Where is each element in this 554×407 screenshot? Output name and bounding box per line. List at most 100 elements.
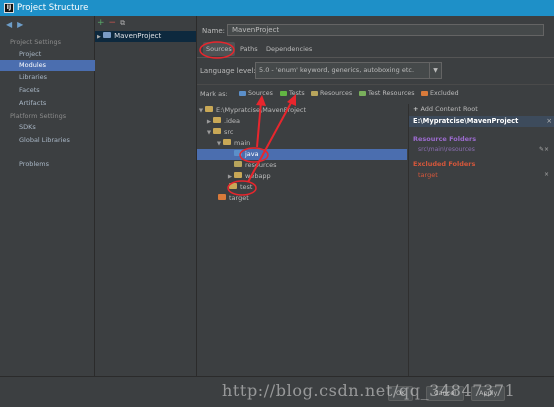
tree-node-label: E:\Mypratcise\MavenProject bbox=[216, 106, 307, 114]
edit-properties-icon[interactable]: ✎× bbox=[539, 146, 549, 153]
settings-nav: ◀ ▶ Project Settings Project Modules Libr… bbox=[0, 16, 95, 376]
directory-tree: ▼ E:\Mypratcise\MavenProject ▶ .idea ▼ src … bbox=[197, 104, 407, 376]
test-resources-folder-icon bbox=[359, 90, 366, 96]
mark-as-test-resources-label: Test Resources bbox=[368, 90, 415, 97]
tree-node-main[interactable]: ▼ main bbox=[215, 138, 250, 149]
platform-settings-header: Platform Settings bbox=[10, 112, 67, 120]
folder-icon bbox=[223, 139, 231, 145]
modules-list-panel: + − ⧉ ▶ MavenProject bbox=[95, 16, 197, 376]
tab-sources[interactable]: Sources bbox=[203, 42, 235, 56]
tree-node-label: java bbox=[245, 150, 259, 158]
excluded-folder-path: target bbox=[418, 171, 438, 179]
resources-folder-icon bbox=[234, 161, 242, 167]
dialog-body: ◀ ▶ Project Settings Project Modules Libr… bbox=[0, 16, 554, 407]
tree-node-label: src bbox=[224, 128, 234, 136]
content-root-path-text: E:\Mypratcise\MavenProject bbox=[413, 117, 519, 125]
mark-as-resources-button[interactable]: Resources bbox=[311, 89, 352, 99]
excluded-folder-icon bbox=[421, 90, 428, 96]
tree-node-label: main bbox=[234, 139, 251, 147]
content-root-path: E:\Mypratcise\MavenProject × bbox=[409, 116, 554, 127]
module-name: MavenProject bbox=[114, 32, 162, 40]
resources-folder-icon bbox=[311, 90, 318, 96]
tab-dependencies[interactable]: Dependencies bbox=[263, 42, 315, 56]
excluded-folder-icon bbox=[218, 194, 226, 200]
remove-icon[interactable]: − bbox=[109, 18, 117, 28]
remove-excluded-icon[interactable]: × bbox=[544, 171, 549, 178]
nav-item-problems[interactable]: Problems bbox=[0, 159, 95, 170]
sources-folder-icon bbox=[239, 90, 246, 96]
folder-icon bbox=[213, 128, 221, 134]
language-level-select[interactable]: 5.0 - 'enum' keyword, generics, autoboxi… bbox=[255, 62, 442, 79]
tab-paths[interactable]: Paths bbox=[237, 42, 261, 56]
resource-folder-path: src\main\resources bbox=[418, 146, 475, 153]
folder-icon bbox=[229, 183, 237, 189]
forward-arrow-icon[interactable]: ▶ bbox=[17, 20, 23, 29]
project-settings-header: Project Settings bbox=[10, 38, 61, 46]
divider bbox=[197, 84, 554, 85]
tree-node-label: webapp bbox=[245, 172, 271, 180]
module-folder-icon bbox=[103, 32, 112, 38]
tree-node-test[interactable]: test bbox=[229, 182, 252, 193]
nav-item-libraries[interactable]: Libraries bbox=[0, 72, 95, 83]
back-arrow-icon[interactable]: ◀ bbox=[6, 20, 12, 29]
modules-toolbar: + − ⧉ bbox=[97, 18, 125, 28]
module-list-item[interactable]: ▶ MavenProject bbox=[95, 31, 196, 42]
resource-folders-title: Resource Folders bbox=[413, 135, 477, 143]
window-title: Project Structure bbox=[17, 3, 89, 13]
mark-as-excluded-button[interactable]: Excluded bbox=[421, 89, 459, 99]
module-settings-panel: Name: MavenProject Sources Paths Depende… bbox=[197, 16, 554, 376]
title-bar: IJ Project Structure bbox=[0, 0, 554, 16]
content-root-panel: + Add Content Root E:\Mypratcise\MavenPro… bbox=[408, 104, 554, 376]
tab-divider bbox=[197, 57, 554, 58]
folder-icon bbox=[213, 117, 221, 123]
tree-node-webapp[interactable]: ▶ webapp bbox=[226, 171, 271, 182]
tree-node-resources[interactable]: resources bbox=[234, 160, 277, 171]
chevron-down-icon[interactable]: ▼ bbox=[429, 63, 441, 78]
chevron-down-icon[interactable]: ▼ bbox=[205, 128, 213, 139]
nav-item-global-libraries[interactable]: Global Libraries bbox=[0, 135, 95, 146]
mark-as-tests-label: Tests bbox=[289, 90, 305, 97]
folder-icon bbox=[234, 172, 242, 178]
tree-node-label: .idea bbox=[224, 117, 240, 125]
nav-item-artifacts[interactable]: Artifacts bbox=[0, 98, 95, 109]
close-icon[interactable]: × bbox=[546, 116, 552, 127]
expand-arrow-icon[interactable]: ▶ bbox=[97, 34, 101, 40]
mark-as-resources-label: Resources bbox=[320, 90, 353, 97]
mark-as-excluded-label: Excluded bbox=[430, 90, 459, 97]
nav-item-sdks[interactable]: SDKs bbox=[0, 122, 95, 133]
tree-node-label: resources bbox=[245, 161, 277, 169]
tree-node-root[interactable]: ▼ E:\Mypratcise\MavenProject bbox=[197, 105, 306, 116]
add-content-root-label: Add Content Root bbox=[420, 105, 478, 113]
tree-node-label: test bbox=[240, 183, 253, 191]
module-name-input[interactable]: MavenProject bbox=[227, 24, 544, 36]
tree-node-label: target bbox=[229, 194, 249, 202]
tests-folder-icon bbox=[280, 90, 287, 96]
source-folder-icon bbox=[234, 150, 242, 156]
mark-as-label: Mark as: bbox=[200, 90, 228, 98]
mark-as-test-resources-button[interactable]: Test Resources bbox=[359, 89, 415, 99]
watermark: http://blog.csdn.net/qq_34847371 bbox=[222, 381, 516, 400]
mark-as-sources-button[interactable]: Sources bbox=[239, 89, 273, 99]
copy-icon[interactable]: ⧉ bbox=[120, 19, 125, 27]
folder-icon bbox=[205, 106, 213, 112]
dialog-button-bar: OK Cancel Apply http://blog.csdn.net/qq_… bbox=[0, 376, 554, 407]
add-icon[interactable]: + bbox=[97, 18, 105, 28]
name-label: Name: bbox=[202, 27, 226, 35]
tree-node-idea[interactable]: ▶ .idea bbox=[205, 116, 240, 127]
plus-icon: + bbox=[413, 105, 419, 113]
language-level-label: Language level: bbox=[200, 67, 256, 75]
mark-as-tests-button[interactable]: Tests bbox=[280, 89, 305, 99]
chevron-down-icon[interactable]: ▼ bbox=[197, 106, 205, 117]
tree-node-java[interactable]: java bbox=[197, 149, 407, 160]
intellij-logo-icon: IJ bbox=[4, 3, 14, 13]
tree-node-target[interactable]: target bbox=[218, 193, 249, 204]
mark-as-sources-label: Sources bbox=[248, 90, 273, 97]
nav-item-project[interactable]: Project bbox=[0, 49, 95, 60]
tree-node-src[interactable]: ▼ src bbox=[205, 127, 234, 138]
excluded-folders-title: Excluded Folders bbox=[413, 160, 476, 168]
nav-item-modules[interactable]: Modules bbox=[0, 60, 95, 71]
nav-item-facets[interactable]: Facets bbox=[0, 85, 95, 96]
nav-toolbar: ◀ ▶ bbox=[6, 20, 28, 29]
language-level-value: 5.0 - 'enum' keyword, generics, autoboxi… bbox=[259, 66, 415, 74]
add-content-root-button[interactable]: + Add Content Root bbox=[413, 105, 478, 113]
